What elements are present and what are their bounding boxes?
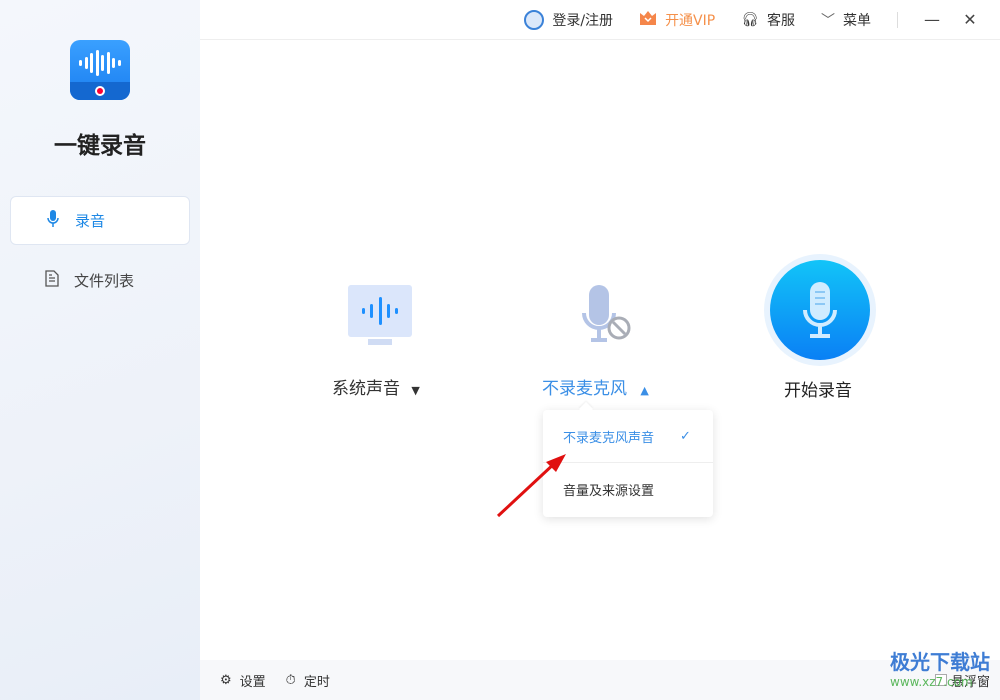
watermark-logo: 极光下载站www.xz7.com [890, 646, 990, 689]
dropdown-item-label: 不录麦克风声音 [563, 427, 654, 446]
app-logo [70, 40, 130, 100]
menu-button[interactable]: ﹀ 菜单 [821, 10, 871, 30]
check-icon: ✓ [680, 429, 691, 444]
crown-icon [639, 10, 657, 30]
vip-button[interactable]: 开通VIP [639, 10, 715, 30]
minimize-button[interactable]: — [924, 10, 940, 29]
system-sound-select[interactable]: 系统声音 ▼ [332, 374, 420, 399]
caret-down-icon: ▼ [411, 384, 419, 397]
sidebar-item-label: 录音 [75, 210, 105, 231]
sidebar-item-record[interactable]: 录音 [10, 196, 190, 245]
start-recording-button[interactable] [764, 254, 876, 366]
app-name: 一键录音 [0, 126, 200, 160]
caret-up-icon: ▲ [640, 384, 648, 397]
document-icon [44, 270, 60, 291]
red-arrow-annotation [490, 450, 570, 520]
sidebar-item-label: 文件列表 [74, 270, 134, 291]
footer-bar: ⚙设置 ⏱定时 悬浮窗 [200, 660, 1000, 700]
settings-label: 设置 [240, 671, 266, 690]
timer-button[interactable]: ⏱ 定时 [286, 671, 330, 690]
timer-label: 定时 [304, 671, 330, 690]
stopwatch-icon: ⏱ [286, 673, 296, 688]
gear-icon: ⚙ [220, 673, 232, 688]
microphone-select[interactable]: 不录麦克风 ▲ [542, 374, 649, 399]
top-bar: 登录/注册 开通VIP 🎧︎ 客服 ﹀ 菜单 — ✕ [200, 0, 1000, 40]
chevron-down-icon: ﹀ [821, 10, 835, 30]
sidebar-item-file-list[interactable]: 文件列表 [10, 256, 190, 305]
divider [897, 12, 898, 28]
microphone-off-icon[interactable] [582, 285, 632, 345]
watermark-url: www.xz7.com [890, 675, 990, 689]
start-recording-label[interactable]: 开始录音 [784, 376, 852, 401]
microphone-label: 不录麦克风 [542, 379, 627, 399]
close-button[interactable]: ✕ [962, 10, 978, 29]
user-avatar-icon [524, 10, 544, 30]
headset-icon: 🎧︎ [741, 12, 759, 28]
service-button[interactable]: 🎧︎ 客服 [741, 10, 795, 30]
login-label: 登录/注册 [552, 10, 613, 30]
microphone-icon [45, 210, 61, 232]
dropdown-item-label: 音量及来源设置 [563, 480, 654, 499]
system-sound-label: 系统声音 [332, 379, 400, 399]
menu-label: 菜单 [843, 10, 871, 30]
service-label: 客服 [767, 10, 795, 30]
settings-button[interactable]: ⚙ 设置 [220, 671, 266, 690]
watermark-name: 极光下载站 [890, 650, 990, 674]
vip-label: 开通VIP [665, 10, 715, 30]
login-button[interactable]: 登录/注册 [524, 10, 613, 30]
system-sound-icon[interactable] [348, 285, 412, 337]
microphone-icon [770, 260, 870, 360]
sidebar: 一键录音 录音 文件列表 [0, 0, 200, 700]
